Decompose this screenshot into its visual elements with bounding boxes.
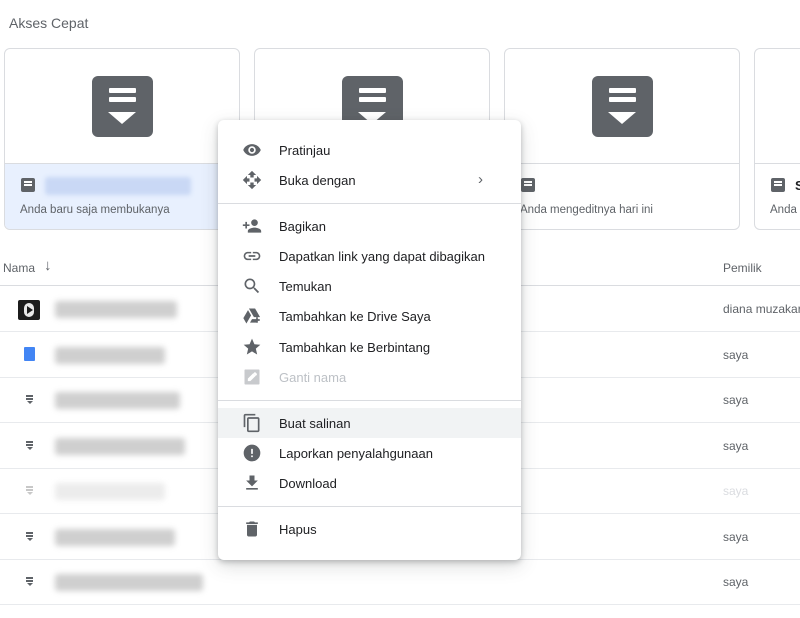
file-owner: diana muzakar	[723, 302, 800, 316]
menu-item-get-link[interactable]: Dapatkan link yang dapat dibagikan	[218, 241, 521, 271]
quick-access-card[interactable]: Anda baru saja membukanya	[4, 48, 240, 230]
menu-item-add-starred[interactable]: Tambahkan ke Berbintang	[218, 332, 521, 362]
menu-item-download[interactable]: Download	[218, 468, 521, 498]
menu-item-rename: Ganti nama	[218, 362, 521, 392]
menu-item-label: Buat salinan	[279, 416, 351, 431]
file-type-icon	[771, 178, 785, 192]
menu-item-share[interactable]: Bagikan	[218, 211, 521, 241]
unknown-file-icon	[18, 573, 40, 593]
file-owner: saya	[723, 393, 749, 407]
quick-access-card[interactable]: Anda mengeditnya hari ini	[504, 48, 740, 230]
menu-item-make-copy[interactable]: Buat salinan	[218, 408, 521, 438]
open-with-icon	[242, 170, 262, 190]
card-info: S Anda	[755, 163, 800, 229]
menu-item-label: Tambahkan ke Berbintang	[279, 340, 431, 355]
google-doc-icon	[18, 346, 40, 366]
chevron-right-icon: ›	[478, 171, 483, 188]
menu-item-label: Laporkan penyalahgunaan	[279, 446, 433, 461]
menu-item-label: Pratinjau	[279, 143, 331, 158]
file-owner: saya	[723, 530, 749, 544]
menu-item-preview[interactable]: Pratinjau	[218, 135, 521, 165]
card-subtitle: Anda	[770, 204, 797, 216]
menu-item-report-abuse[interactable]: Laporkan penyalahgunaan	[218, 438, 521, 468]
card-info: Anda baru saja membukanya	[5, 163, 239, 229]
arrow-down-icon[interactable]: ↓	[44, 257, 52, 274]
unknown-file-icon	[18, 391, 40, 411]
menu-item-label: Buka dengan	[279, 173, 356, 188]
menu-item-locate[interactable]: Temukan	[218, 271, 521, 301]
menu-divider	[218, 400, 521, 401]
menu-item-add-to-drive[interactable]: Tambahkan ke Drive Saya	[218, 301, 521, 331]
unknown-file-icon	[18, 437, 40, 457]
menu-item-label: Temukan	[279, 279, 332, 294]
column-header-owner[interactable]: Pemilik	[723, 261, 762, 275]
card-thumbnail	[755, 49, 800, 163]
menu-item-open-with[interactable]: Buka dengan ›	[218, 165, 521, 195]
file-owner: saya	[723, 484, 749, 498]
card-file-name-redacted	[45, 177, 191, 195]
video-icon	[18, 300, 40, 320]
card-subtitle: Anda mengeditnya hari ini	[520, 204, 653, 216]
file-owner: saya	[723, 348, 749, 362]
file-owner: saya	[723, 439, 749, 453]
menu-item-label: Dapatkan link yang dapat dibagikan	[279, 249, 485, 264]
download-icon	[242, 473, 262, 493]
file-name-redacted	[55, 301, 177, 318]
file-name-redacted	[55, 392, 180, 409]
file-name-redacted	[55, 483, 165, 500]
file-owner: saya	[723, 575, 749, 589]
link-icon	[242, 246, 262, 266]
file-type-icon	[591, 75, 653, 137]
star-icon	[242, 337, 262, 357]
menu-item-label: Tambahkan ke Drive Saya	[279, 309, 431, 324]
menu-item-label: Hapus	[279, 522, 317, 537]
menu-item-label: Bagikan	[279, 219, 326, 234]
menu-item-delete[interactable]: Hapus	[218, 514, 521, 544]
unknown-file-icon	[18, 528, 40, 548]
unknown-file-icon	[18, 482, 40, 502]
eye-icon	[242, 140, 262, 160]
card-info: Anda mengeditnya hari ini	[505, 163, 739, 229]
menu-divider	[218, 203, 521, 204]
card-thumbnail	[505, 49, 739, 163]
card-subtitle: Anda baru saja membukanya	[20, 204, 170, 216]
file-type-icon	[521, 178, 535, 192]
context-menu: Pratinjau Buka dengan › Bagikan Dapatkan…	[218, 120, 521, 560]
trash-icon	[242, 519, 262, 539]
file-name-redacted	[55, 347, 165, 364]
file-name-redacted	[55, 438, 185, 455]
card-thumbnail	[5, 49, 239, 163]
report-icon	[242, 443, 262, 463]
add-to-drive-icon	[242, 306, 262, 326]
rename-icon	[242, 367, 262, 387]
menu-divider	[218, 506, 521, 507]
quick-access-card[interactable]: S Anda	[754, 48, 800, 230]
menu-item-label: Download	[279, 476, 337, 491]
file-type-icon	[91, 75, 153, 137]
file-type-icon	[21, 178, 35, 192]
menu-item-label: Ganti nama	[279, 370, 347, 385]
quick-access-title: Akses Cepat	[9, 15, 89, 31]
search-icon	[242, 276, 262, 296]
file-name-redacted	[55, 529, 175, 546]
file-name-redacted	[55, 574, 203, 591]
card-file-name: S	[795, 178, 800, 193]
file-row[interactable]: saya	[0, 560, 800, 605]
copy-icon	[242, 413, 262, 433]
column-header-name[interactable]: Nama	[3, 261, 35, 275]
person-add-icon	[242, 216, 262, 236]
